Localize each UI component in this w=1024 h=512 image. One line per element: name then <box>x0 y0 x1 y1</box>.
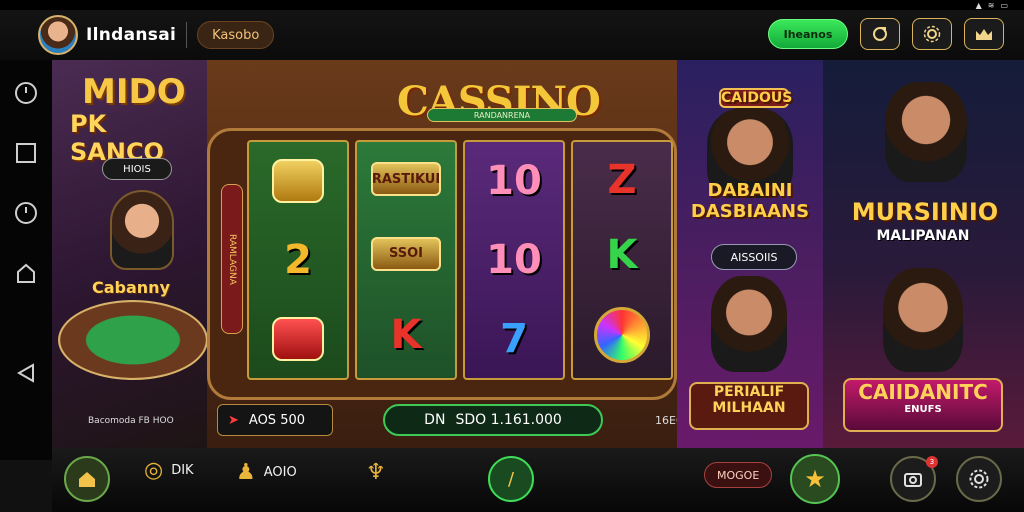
card1-title: DABAINI DASBIAANS <box>690 180 810 222</box>
assistant-button[interactable] <box>13 200 39 226</box>
frog-symbol <box>272 159 324 203</box>
reel-4: Z K <box>571 140 673 380</box>
win-value: SDO 1.161.000 <box>455 412 562 428</box>
friends-text: AOIO <box>263 465 297 480</box>
people-icon: ♟ <box>236 460 256 485</box>
slot-ribbon: RANDANRENA <box>427 108 577 122</box>
reel-2: RASTIKUI SSOI K <box>355 140 457 380</box>
hat-symbol <box>272 317 324 361</box>
camera-icon <box>904 473 922 487</box>
reel-3-symbol-1: 10 <box>486 158 542 205</box>
back-button[interactable] <box>13 360 39 386</box>
trophy-icon: ♆ <box>366 460 386 485</box>
reel-4-symbol-2: K <box>606 231 638 278</box>
back-icon <box>16 363 34 383</box>
home-nav-button[interactable] <box>13 260 39 286</box>
friends-item[interactable]: ♟ AOIO <box>236 460 297 485</box>
vip-tag[interactable]: Kasobo <box>197 21 275 49</box>
settings-gear-button[interactable] <box>956 456 1002 502</box>
top-actions: Iheanos <box>768 18 1004 50</box>
card2-title: MURSIINIO <box>851 198 999 226</box>
side-label: RAMLAGNA <box>221 184 243 334</box>
home-icon <box>17 263 35 283</box>
coins-text: DIK <box>171 463 194 478</box>
roulette-table-image <box>58 300 208 380</box>
home-icon <box>79 472 95 487</box>
win-display: DN SDO 1.161.000 <box>383 404 603 436</box>
circle-icon <box>15 202 37 224</box>
coin-icon: ◎ <box>144 458 164 483</box>
battery-icon: ▭ <box>1000 0 1008 10</box>
card2-bottom-sub: ENUFS <box>904 404 942 415</box>
wifi-icon: ≋ <box>987 0 995 10</box>
reel-4-symbol-1: Z <box>607 156 637 203</box>
banner-footer: Bacomoda FB HOO <box>88 416 174 426</box>
dealer-portrait <box>110 190 174 270</box>
status-bar: ▲ ≋ ▭ <box>0 0 1024 10</box>
crown-icon <box>976 29 992 40</box>
favorites-button[interactable]: ★ <box>790 454 840 504</box>
bottom-bar: ◎ DIK ♟ AOIO ♆ / MOGOE ★ 3 <box>52 448 1024 512</box>
username: Ilndansai <box>86 25 177 45</box>
reel-1-symbol-2: 2 <box>284 237 312 283</box>
card1-pill[interactable]: AISSOIIS <box>711 244 797 270</box>
card1-bottom-title: PERIALIF MILHAAN <box>689 382 809 430</box>
bet-value: AOS 500 <box>248 412 306 428</box>
bet-display[interactable]: ➤ AOS 500 <box>217 404 333 436</box>
reel-2-symbol-1: RASTIKUI <box>371 162 441 197</box>
game-lobby: MIDO PK SANCO HIOIS Cabanny Bacomoda FB … <box>52 60 1024 448</box>
trophy-button[interactable]: ♆ <box>366 460 386 485</box>
arrow-icon: ➤ <box>228 412 239 428</box>
notification-badge: 3 <box>926 456 938 468</box>
spin-button[interactable]: / <box>488 456 534 502</box>
card2-subtitle: MALIPANAN <box>876 228 970 244</box>
wheel-symbol <box>594 307 650 364</box>
card2-bottom-text: CAIIDANITC <box>858 380 988 404</box>
deposit-button[interactable]: Iheanos <box>768 19 848 49</box>
reel-3-symbol-3: 7 <box>500 315 528 362</box>
settings-button[interactable] <box>912 18 952 50</box>
overview-button[interactable] <box>13 140 39 166</box>
clock-icon <box>15 82 37 104</box>
game-card-2[interactable]: MURSIINIO MALIPANAN CAIIDANITC ENUFS <box>823 60 1024 448</box>
banner-label: Cabanny <box>92 278 170 297</box>
woman-portrait-2 <box>883 268 963 372</box>
reel-3: 10 10 7 <box>463 140 565 380</box>
signal-icon: ▲ <box>975 0 982 10</box>
square-icon <box>16 143 36 163</box>
win-prefix: DN <box>424 412 446 428</box>
reel-2-symbol-3: K <box>390 311 422 358</box>
spin-icon: / <box>507 468 515 490</box>
promo-banner-left[interactable]: MIDO PK SANCO HIOIS Cabanny Bacomoda FB … <box>52 60 208 448</box>
top-bar: Ilndansai Kasobo Iheanos <box>0 10 1024 60</box>
star-icon: ★ <box>804 465 826 493</box>
reel-2-symbol-2: SSOI <box>371 236 441 271</box>
mode-button[interactable]: MOGOE <box>704 462 773 488</box>
card2-bottom-title: CAIIDANITC ENUFS <box>843 378 1003 432</box>
reel-1: 2 <box>247 140 349 380</box>
card1-top-title: CAIDOUS <box>719 88 793 108</box>
casino-app-screen: ▲ ≋ ▭ Ilndansai Kasobo Iheanos MIDO PK S… <box>0 0 1024 512</box>
game-card-1[interactable]: CAIDOUS DABAINI DASBIAANS AISSOIIS PERIA… <box>677 60 823 448</box>
reel-3-symbol-2: 10 <box>486 236 542 283</box>
man-portrait-2 <box>885 82 967 182</box>
home-button[interactable] <box>64 456 110 502</box>
slot-machine[interactable]: CASSINO RANDANRENA RAMLAGNA 2 RASTIKUI S… <box>207 60 685 448</box>
gear-icon <box>969 469 989 489</box>
avatar[interactable] <box>38 15 78 55</box>
refresh-icon <box>873 27 887 41</box>
reels: 2 RASTIKUI SSOI K 10 10 7 Z K <box>247 140 673 380</box>
refresh-button[interactable] <box>860 18 900 50</box>
settings-icon <box>923 25 941 43</box>
banner-title: MIDO <box>82 72 186 112</box>
woman-portrait <box>711 276 787 372</box>
divider <box>186 22 188 48</box>
recent-apps-button[interactable] <box>13 80 39 106</box>
crown-button[interactable] <box>964 18 1004 50</box>
banner-pill[interactable]: HIOIS <box>102 158 172 180</box>
system-nav-rail <box>0 60 52 460</box>
coins-item[interactable]: ◎ DIK <box>144 458 194 483</box>
